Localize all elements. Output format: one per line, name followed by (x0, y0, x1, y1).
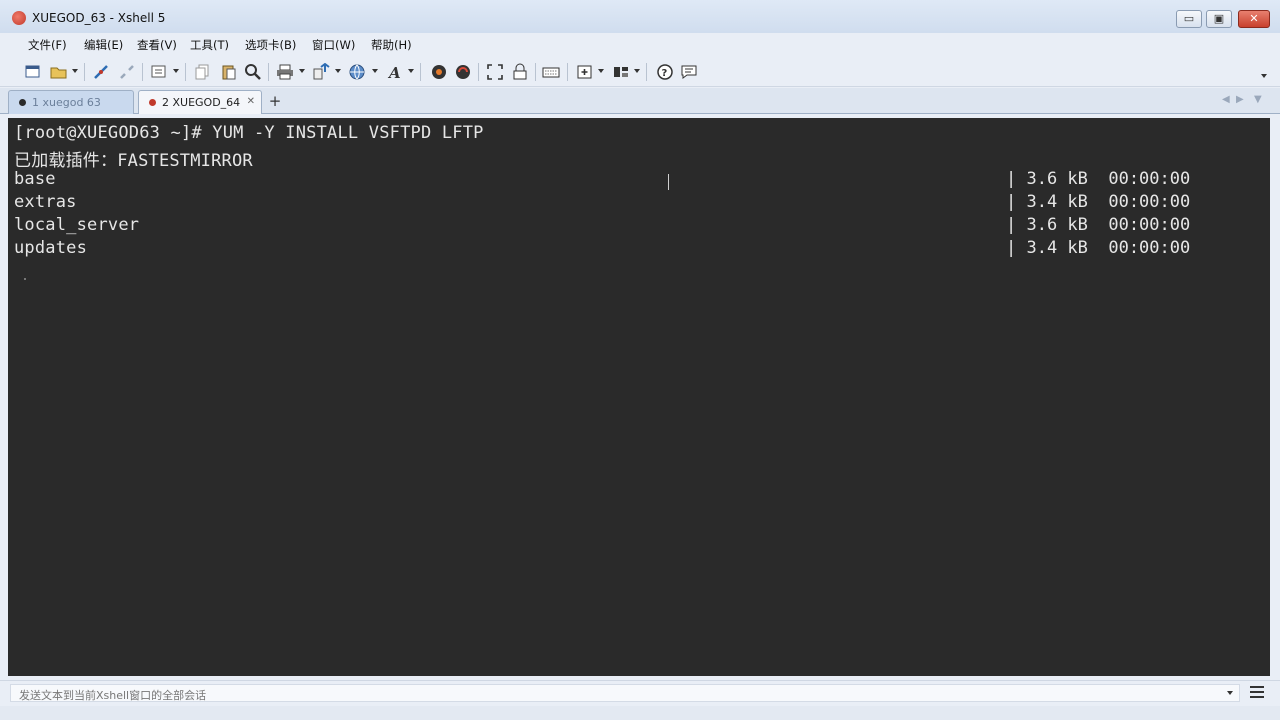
disconnect-icon[interactable] (118, 63, 136, 81)
session-status-icon (149, 99, 156, 106)
session-tab-bar: 1 xuegod 63 2 XUEGOD_64 ✕ + ◀ ▶ ▼ (0, 88, 1280, 114)
terminal-line: base (14, 169, 56, 189)
tab-label: 1 xuegod 63 (32, 96, 101, 109)
window-title: XUEGOD_63 - Xshell 5 (32, 11, 166, 25)
help-icon[interactable]: ? (656, 63, 674, 81)
download-stats: | 3.6 kB 00:00:00 (1006, 215, 1191, 235)
svg-text:A: A (387, 64, 401, 81)
menu-bar: 文件(F) 编辑(E) 查看(V) 工具(T) 选项卡(B) 窗口(W) 帮助(… (0, 33, 1280, 55)
compose-bar: 发送文本到当前Xshell窗口的全部会话 (0, 680, 1280, 704)
maximize-button[interactable]: ▣ (1206, 10, 1232, 28)
terminal-line: extras (14, 192, 77, 212)
copy-icon[interactable] (194, 63, 212, 81)
globe-icon[interactable] (348, 63, 366, 81)
font-icon[interactable]: A (387, 63, 405, 82)
close-button[interactable]: ✕ (1238, 10, 1270, 28)
title-bar: XUEGOD_63 - Xshell 5 ▭ ▣ ✕ (0, 0, 1280, 36)
menu-tabs[interactable]: 选项卡(B) (245, 37, 296, 53)
new-tab-icon[interactable] (576, 63, 594, 81)
open-folder-icon[interactable] (50, 63, 68, 81)
fullscreen-icon[interactable] (486, 63, 504, 81)
download-stats: | 3.4 kB 00:00:00 (1006, 238, 1191, 258)
add-tab-button[interactable]: + (264, 91, 286, 113)
transfer-icon[interactable] (312, 62, 330, 81)
connect-icon[interactable] (92, 63, 110, 81)
menu-help[interactable]: 帮助(H) (371, 37, 412, 53)
terminal-scrollbar[interactable] (1270, 118, 1280, 676)
status-bar (0, 706, 1280, 720)
tab-session-2[interactable]: 2 XUEGOD_64 ✕ (138, 90, 262, 114)
lock-icon[interactable] (511, 63, 529, 81)
find-icon[interactable] (244, 63, 262, 81)
chat-icon[interactable] (680, 63, 698, 81)
tab-session-1[interactable]: 1 xuegod 63 (8, 90, 134, 114)
tab-label: 2 XUEGOD_64 (162, 96, 241, 109)
terminal-screen[interactable]: [root@XUEGOD63 ~]# YUM -Y INSTALL VSFTPD… (8, 118, 1270, 676)
download-stats: | 3.4 kB 00:00:00 (1006, 192, 1191, 212)
xftp-icon[interactable] (430, 63, 448, 81)
terminal-line: updates (14, 238, 88, 258)
layout-icon[interactable] (612, 63, 630, 81)
menu-tools[interactable]: 工具(T) (190, 37, 229, 53)
download-stats: | 3.6 kB 00:00:00 (1006, 169, 1191, 189)
menu-edit[interactable]: 编辑(E) (84, 37, 123, 53)
tab-close-icon[interactable]: ✕ (247, 96, 255, 107)
toolbar-overflow-icon[interactable] (1261, 74, 1267, 78)
svg-text:?: ? (662, 68, 668, 79)
text-cursor (24, 278, 26, 280)
compose-input[interactable]: 发送文本到当前Xshell窗口的全部会话 (10, 684, 1240, 702)
print-icon[interactable] (276, 63, 294, 81)
compose-dropdown-icon[interactable] (1227, 691, 1233, 695)
keyboard-icon[interactable] (542, 63, 560, 81)
xshell-app-icon[interactable] (12, 11, 26, 25)
tab-prev-icon[interactable]: ◀ (1222, 94, 1230, 105)
compose-menu-icon[interactable] (1250, 686, 1264, 698)
terminal-line: 已加载插件：FASTESTMIRROR (14, 151, 253, 171)
tab-list-icon[interactable]: ▼ (1254, 94, 1262, 105)
tab-next-icon[interactable]: ▶ (1236, 94, 1244, 105)
new-session-icon[interactable] (24, 63, 42, 81)
menu-window[interactable]: 窗口(W) (312, 37, 355, 53)
minimize-button[interactable]: ▭ (1176, 10, 1202, 28)
properties-icon[interactable] (150, 63, 168, 81)
toolbar: A ? (0, 57, 1280, 87)
mouse-ibeam-cursor (668, 174, 676, 190)
menu-file[interactable]: 文件(F) (28, 37, 67, 53)
menu-view[interactable]: 查看(V) (137, 37, 177, 53)
session-status-icon (19, 99, 26, 106)
paste-icon[interactable] (220, 63, 238, 81)
xmanager-icon[interactable] (454, 63, 472, 81)
terminal-line: [root@XUEGOD63 ~]# YUM -Y INSTALL VSFTPD… (14, 123, 484, 143)
terminal-line: local_server (14, 215, 140, 235)
